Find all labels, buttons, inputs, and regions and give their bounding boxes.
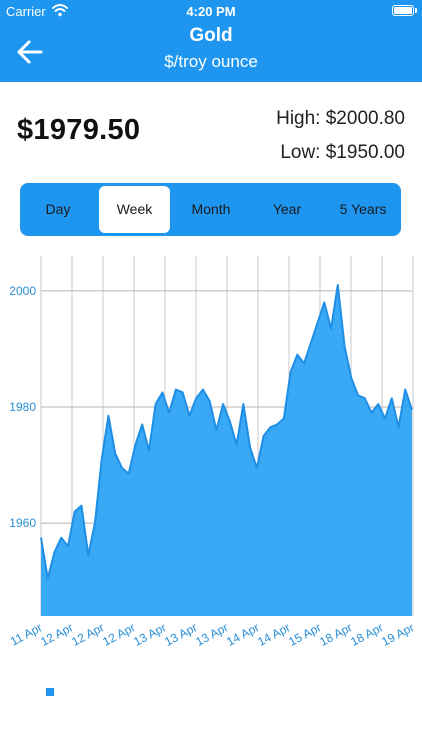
tab-week[interactable]: Week — [99, 186, 170, 233]
tab-month[interactable]: Month — [173, 183, 249, 236]
current-price: $1979.50 — [17, 114, 141, 146]
nav-header: Carrier 4:20 PM Gold $/troy ounce — [0, 0, 422, 82]
x-tick-label: 12 Apr — [69, 620, 106, 649]
x-tick-label: 14 Apr — [224, 620, 261, 649]
status-time: 4:20 PM — [186, 4, 236, 19]
x-tick-label: 19 Apr — [379, 620, 416, 649]
x-tick-label: 13 Apr — [131, 620, 168, 649]
price-chart: 19601980200011 Apr12 Apr12 Apr12 Apr13 A… — [8, 256, 416, 649]
x-tick-label: 13 Apr — [193, 620, 230, 649]
y-tick-label: 2000 — [9, 284, 36, 298]
x-tick-label: 13 Apr — [162, 620, 199, 649]
tab-year[interactable]: Year — [249, 183, 325, 236]
page-subtitle: $/troy ounce — [164, 52, 258, 71]
x-tick-label: 14 Apr — [255, 620, 292, 649]
tab-day[interactable]: Day — [20, 183, 96, 236]
y-tick-label: 1980 — [9, 400, 36, 414]
tab-5-years[interactable]: 5 Years — [325, 183, 401, 236]
timeframe-segmented-control: Day Week Month Year 5 Years — [20, 183, 401, 236]
x-tick-label: 12 Apr — [38, 620, 75, 649]
x-tick-label: 18 Apr — [317, 620, 354, 649]
page-title: Gold — [189, 25, 233, 46]
legend-swatch — [46, 688, 54, 696]
y-tick-label: 1960 — [9, 516, 36, 530]
x-tick-label: 18 Apr — [348, 620, 385, 649]
high-price: High: $2000.80 — [276, 108, 405, 129]
low-price: Low: $1950.00 — [280, 142, 405, 163]
battery-tip — [415, 8, 417, 13]
battery-icon — [392, 5, 414, 16]
x-tick-label: 15 Apr — [286, 620, 323, 649]
x-tick-label: 12 Apr — [100, 620, 137, 649]
x-tick-label: 11 Apr — [8, 620, 44, 648]
status-bar: Carrier 4:20 PM — [0, 0, 422, 22]
